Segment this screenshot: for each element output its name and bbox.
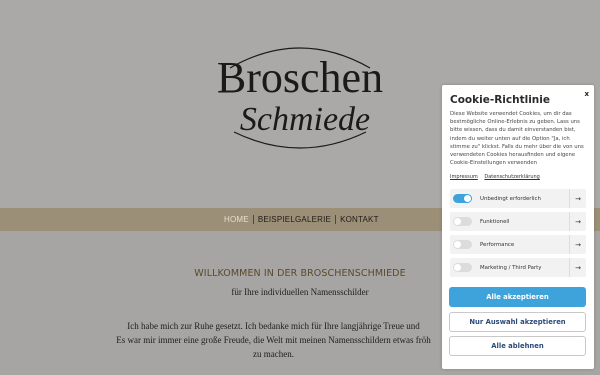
category-label: Funktionell bbox=[480, 218, 510, 225]
logo-graphic: Broschen Schmiede bbox=[217, 47, 383, 149]
cookie-consent-panel: x Cookie-Richtlinie Diese Website verwen… bbox=[442, 85, 594, 369]
paragraph-line: zu machen. bbox=[253, 349, 294, 359]
cookie-category-marketing[interactable]: Marketing / Third Party → bbox=[450, 258, 586, 277]
cookie-category-necessary[interactable]: Unbedingt erforderlich → bbox=[450, 189, 586, 208]
arrow-right-icon[interactable]: → bbox=[569, 189, 586, 208]
nav-gallery[interactable]: BEISPIELGALERIE bbox=[254, 215, 335, 224]
accept-selection-button[interactable]: Nur Auswahl akzeptieren bbox=[449, 312, 586, 332]
imprint-link[interactable]: Impressum bbox=[450, 174, 478, 180]
arrow-right-icon[interactable]: → bbox=[569, 258, 586, 277]
paragraph-line: Ich habe mich zur Ruhe gesetzt. Ich beda… bbox=[127, 321, 420, 331]
cookie-title: Cookie-Richtlinie bbox=[450, 94, 550, 106]
toggle-switch[interactable] bbox=[453, 240, 472, 249]
arrow-right-icon[interactable]: → bbox=[569, 235, 586, 254]
toggle-switch[interactable] bbox=[453, 263, 472, 272]
paragraph-line: Es war mir immer eine große Freude, die … bbox=[116, 335, 431, 345]
category-label: Performance bbox=[480, 241, 515, 248]
privacy-link[interactable]: Datenschutzerklärung bbox=[484, 174, 539, 180]
category-label: Unbedingt erforderlich bbox=[480, 195, 541, 202]
nav-contact[interactable]: KONTAKT bbox=[336, 215, 383, 224]
logo-text-line2: Schmiede bbox=[240, 101, 370, 138]
accept-all-button[interactable]: Alle akzeptieren bbox=[449, 287, 586, 307]
intro-paragraph: Ich habe mich zur Ruhe gesetzt. Ich beda… bbox=[76, 319, 471, 361]
cookie-category-functional[interactable]: Funktionell → bbox=[450, 212, 586, 231]
arrow-right-icon[interactable]: → bbox=[569, 212, 586, 231]
reject-all-button[interactable]: Alle ablehnen bbox=[449, 336, 586, 356]
close-icon[interactable]: x bbox=[584, 90, 589, 98]
toggle-switch[interactable] bbox=[453, 194, 472, 203]
nav-home[interactable]: HOME bbox=[224, 215, 253, 224]
toggle-switch[interactable] bbox=[453, 217, 472, 226]
logo-text-line1: Broschen bbox=[217, 53, 383, 102]
cookie-links: Impressum Datenschutzerklärung bbox=[450, 174, 545, 180]
cookie-description: Diese Website verwendet Cookies, um dir … bbox=[450, 111, 584, 167]
cookie-category-performance[interactable]: Performance → bbox=[450, 235, 586, 254]
category-label: Marketing / Third Party bbox=[480, 264, 542, 271]
